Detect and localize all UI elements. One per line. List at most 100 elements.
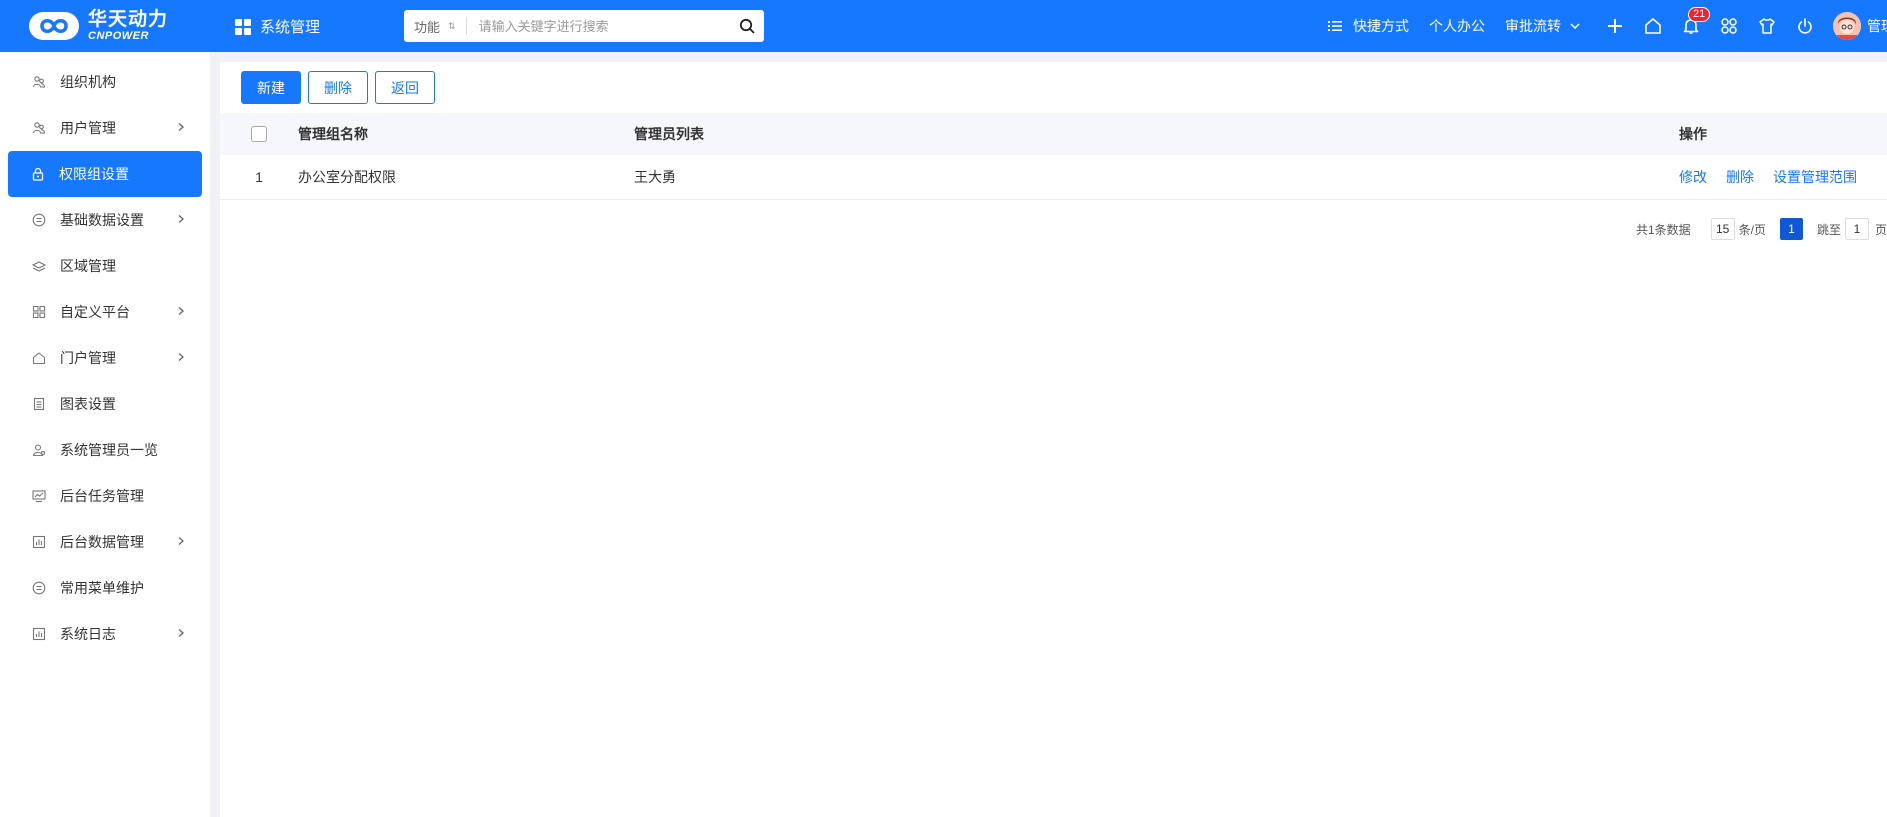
sidebar-item-5[interactable]: 区域管理	[0, 243, 210, 289]
grid-icon	[235, 18, 251, 35]
sidebar-item-2[interactable]: 用户管理	[0, 105, 210, 151]
add-button[interactable]	[1605, 16, 1625, 36]
chevron-right-icon	[174, 350, 188, 364]
infinity-logo-icon	[29, 12, 79, 40]
monitor-icon	[32, 489, 46, 503]
shortcuts-label: 快捷方式	[1353, 18, 1409, 34]
region-icon	[32, 259, 46, 273]
apps-button[interactable]	[1719, 16, 1739, 36]
logout-button[interactable]	[1795, 16, 1815, 36]
sidebar-item-8[interactable]: 图表设置	[0, 381, 210, 427]
home-button[interactable]	[1643, 16, 1663, 36]
permission-group-table: 管理组名称 管理员列表 操作 1 办公室分配权限 王大勇 修改 删除 设置管理范…	[220, 113, 1887, 200]
table-row[interactable]: 1 办公室分配权限 王大勇 修改 删除 设置管理范围	[220, 155, 1887, 200]
table-header: 管理组名称 管理员列表 操作	[220, 113, 1887, 155]
sidebar-item-label: 系统日志	[60, 626, 116, 642]
logo-title: 华天动力	[88, 9, 169, 30]
delete-link[interactable]: 删除	[1726, 167, 1754, 187]
row-group-name: 办公室分配权限	[298, 169, 396, 185]
sidebar-item-11[interactable]: 后台数据管理	[0, 519, 210, 565]
top-bar: 华天动力 CNPOWER 系统管理 功能 ⇅ 快捷方式 个人办公 审批流转	[0, 0, 1887, 52]
sidebar-item-label: 区域管理	[60, 258, 116, 274]
per-page-label: 条/页	[1738, 222, 1766, 237]
sidebar-item-12[interactable]: 常用菜单维护	[0, 565, 210, 611]
set-scope-link[interactable]: 设置管理范围	[1773, 167, 1857, 187]
sidebar-item-9[interactable]: 系统管理员一览	[0, 427, 210, 473]
search-button[interactable]	[730, 10, 764, 42]
column-header-name: 管理组名称	[298, 126, 368, 142]
home-icon	[32, 351, 46, 365]
data-icon	[32, 535, 46, 549]
goto-page-input[interactable]: 1	[1844, 218, 1869, 240]
theme-button[interactable]	[1757, 16, 1777, 36]
user-name[interactable]: 管理	[1867, 16, 1887, 36]
sidebar-item-13[interactable]: 系统日志	[0, 611, 210, 657]
back-button[interactable]: 返回	[375, 71, 435, 104]
sidebar-item-1[interactable]: 组织机构	[0, 59, 210, 105]
notification-count-badge: 21	[1688, 7, 1711, 22]
shortcuts-link[interactable]: 快捷方式	[1327, 16, 1409, 36]
row-admins: 王大勇	[634, 169, 676, 185]
sidebar: 组织机构用户管理权限组设置基础数据设置 区域管理自定义平台门户管理图表设置系统管理…	[0, 52, 210, 817]
system-menu-button[interactable]: 系统管理	[235, 16, 320, 37]
org-icon	[32, 75, 46, 89]
avatar[interactable]	[1833, 12, 1861, 40]
clover-apps-icon	[1721, 18, 1737, 34]
sidebar-item-label: 权限组设置	[59, 166, 129, 182]
select-all-checkbox[interactable]	[251, 126, 267, 142]
chart-icon	[32, 397, 46, 411]
sidebar-item-label: 门户管理	[60, 350, 116, 366]
list-circle-icon	[32, 213, 46, 227]
plus-icon	[1608, 19, 1622, 33]
search-bar: 功能 ⇅	[404, 10, 764, 42]
top-right-tools: 快捷方式 个人办公 审批流转 21 管理	[1327, 0, 1887, 52]
row-actions: 修改 删除 设置管理范围	[1679, 167, 1887, 187]
current-page-button[interactable]: 1	[1779, 218, 1803, 240]
sidebar-item-label: 基础数据设置	[60, 212, 144, 228]
search-input[interactable]	[478, 18, 730, 34]
logo[interactable]: 华天动力 CNPOWER	[28, 10, 168, 42]
sidebar-item-label: 自定义平台	[60, 304, 130, 320]
main-content: 新建 删除 返回 管理组名称 管理员列表 操作 1 办公室分配权限 王大勇 修改…	[220, 62, 1887, 817]
sidebar-item-4[interactable]: 基础数据设置	[0, 197, 210, 243]
sidebar-item-label: 用户管理	[60, 120, 116, 136]
sidebar-item-10[interactable]: 后台任务管理	[0, 473, 210, 519]
search-icon	[739, 18, 755, 34]
approval-flow-label: 审批流转	[1505, 18, 1561, 34]
search-type-label: 功能	[414, 19, 441, 35]
row-index: 1	[255, 169, 263, 185]
sidebar-item-label: 组织机构	[60, 74, 116, 90]
log-icon	[32, 627, 46, 641]
chevron-right-icon	[174, 304, 188, 318]
toolbar: 新建 删除 返回	[241, 71, 442, 104]
total-count: 共1条数据	[1635, 222, 1691, 237]
sort-caret-icon: ⇅	[448, 20, 456, 31]
sidebar-item-7[interactable]: 门户管理	[0, 335, 210, 381]
users-icon	[32, 121, 46, 135]
edit-link[interactable]: 修改	[1679, 167, 1707, 187]
page-size-select[interactable]: 15	[1710, 218, 1735, 240]
personal-office-label: 个人办公	[1429, 18, 1485, 34]
lock-icon	[31, 167, 45, 181]
list-icon	[1328, 21, 1342, 31]
search-type-select[interactable]: 功能 ⇅	[404, 17, 467, 35]
sidebar-item-label: 常用菜单维护	[60, 580, 144, 596]
user-avatar-icon	[1833, 12, 1861, 40]
chevron-right-icon	[174, 212, 188, 226]
column-header-ops: 操作	[1679, 126, 1707, 142]
power-icon	[1798, 18, 1812, 34]
delete-button[interactable]: 删除	[308, 71, 368, 104]
goto-suffix-label: 页	[1874, 222, 1887, 237]
approval-flow-link[interactable]: 审批流转	[1505, 16, 1581, 36]
sidebar-item-label: 系统管理员一览	[60, 442, 158, 458]
sidebar-item-3[interactable]: 权限组设置	[8, 151, 202, 197]
personal-office-link[interactable]: 个人办公	[1429, 16, 1485, 36]
home-icon	[1645, 18, 1661, 34]
notifications-button[interactable]: 21	[1681, 7, 1711, 36]
chevron-right-icon	[174, 626, 188, 640]
new-button[interactable]: 新建	[241, 71, 301, 104]
sidebar-item-label: 后台任务管理	[60, 488, 144, 504]
sidebar-item-6[interactable]: 自定义平台	[0, 289, 210, 335]
system-menu-label: 系统管理	[260, 19, 321, 36]
chevron-down-icon	[1570, 23, 1580, 30]
